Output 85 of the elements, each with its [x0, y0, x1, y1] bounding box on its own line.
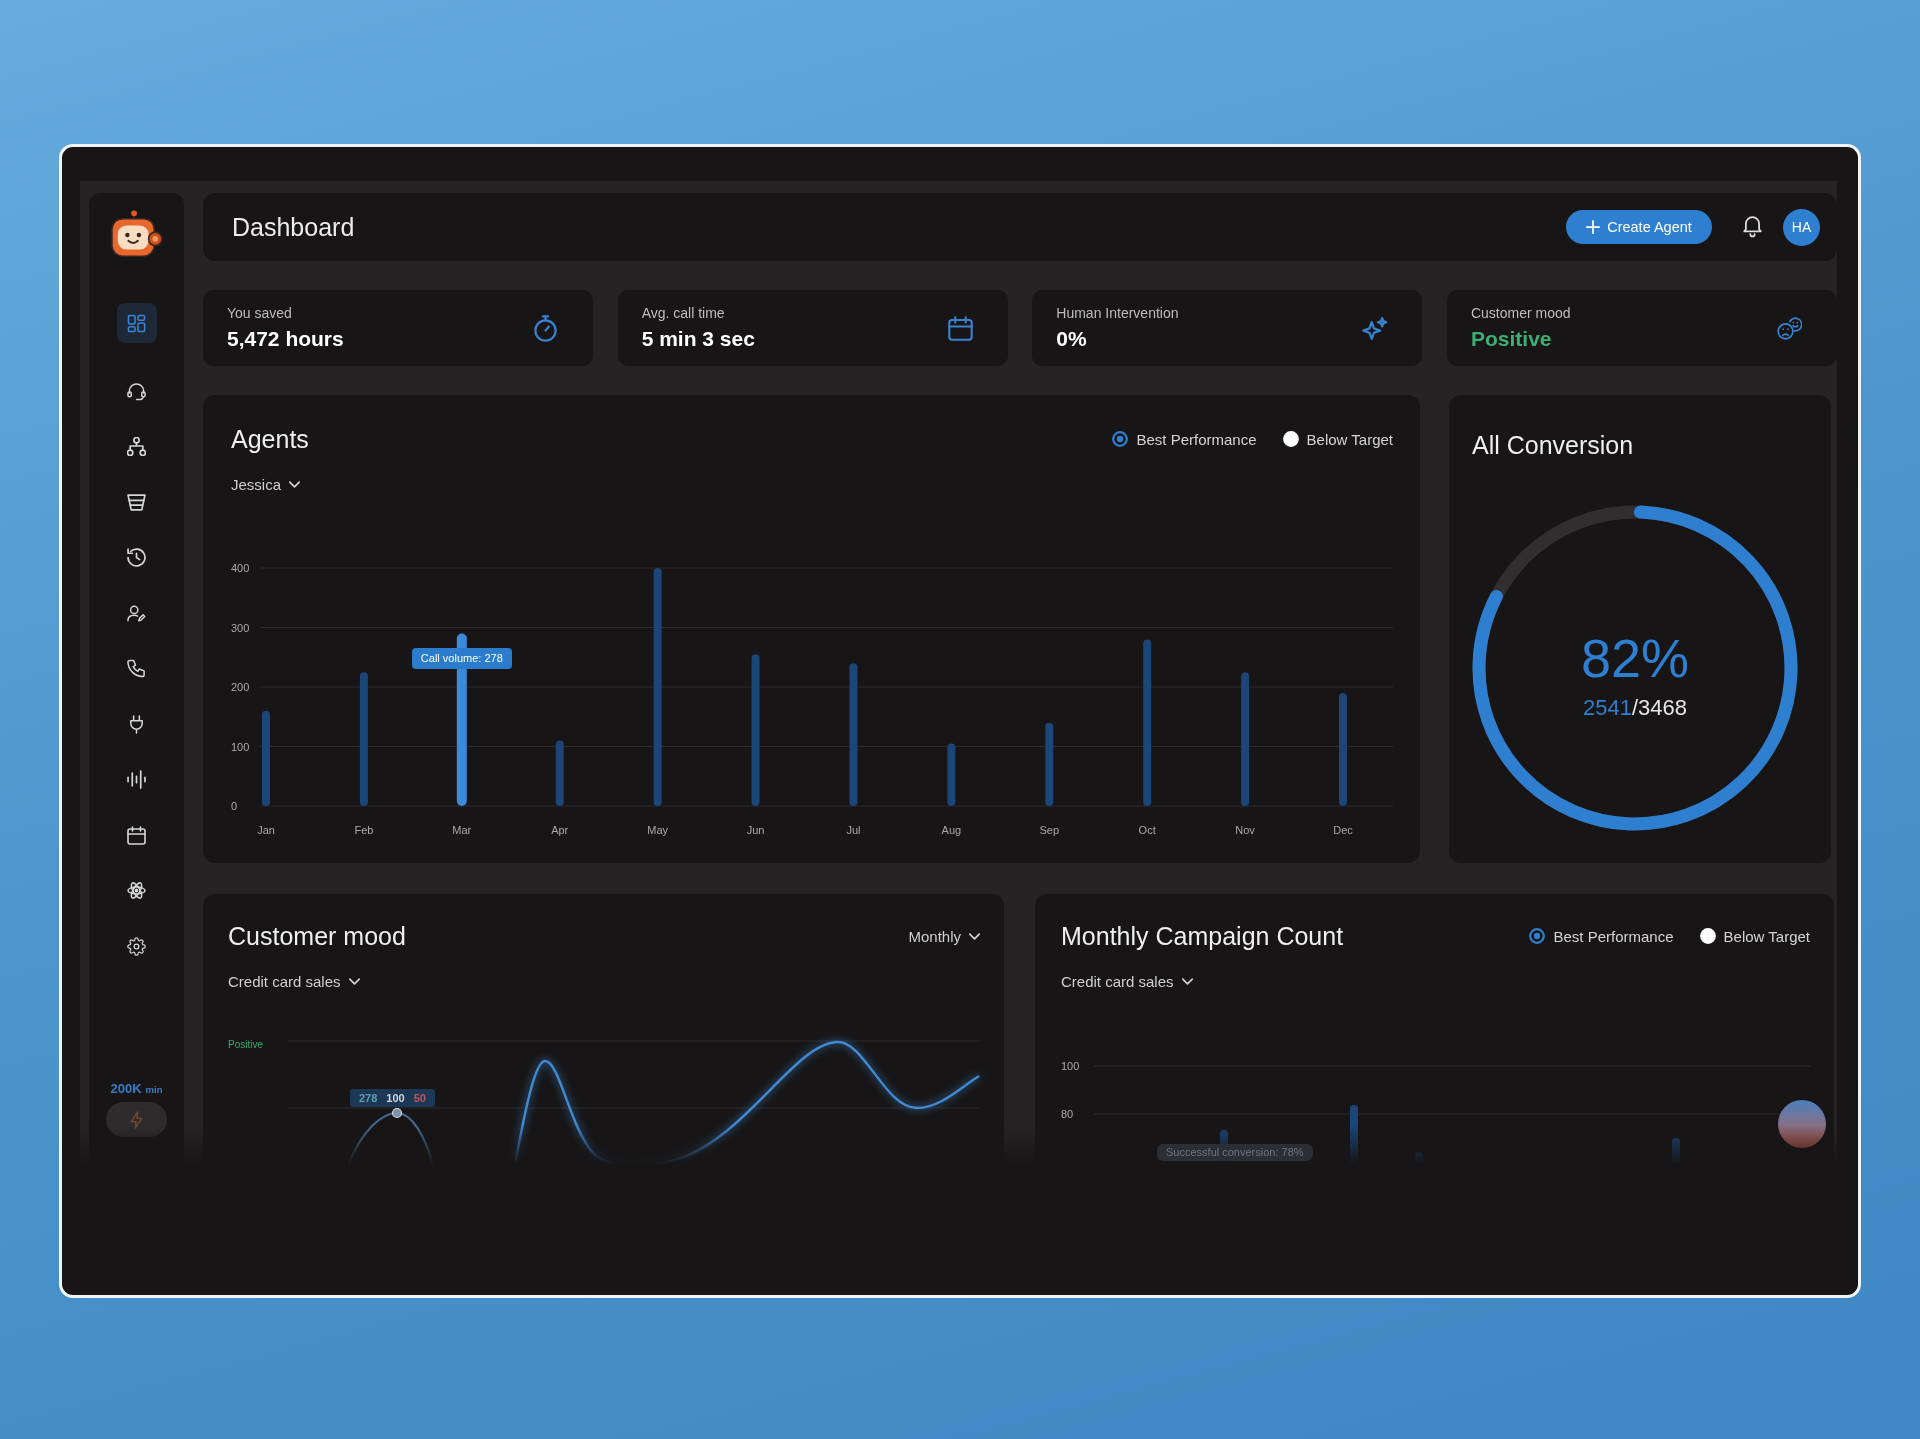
axis-label: Dec: [1333, 824, 1353, 836]
axis-label: 400: [231, 562, 250, 574]
usage-unit: min: [145, 1084, 163, 1095]
panel-title: Monthly Campaign Count: [1061, 921, 1344, 952]
axis-label: Nov: [1235, 824, 1255, 836]
axis-label: May: [647, 824, 669, 836]
axis-label: Oct: [1138, 824, 1156, 836]
network-icon: [127, 437, 146, 456]
history-icon: [127, 548, 146, 567]
axis-label: Sep: [1039, 824, 1060, 836]
panel-title: Customer mood: [228, 921, 406, 952]
chart-bar: [555, 740, 564, 806]
axis-label: Jun: [746, 824, 765, 836]
headset-icon: [127, 381, 146, 401]
stat-label: You saved: [227, 304, 293, 322]
tooltip-value: 100: [386, 1092, 405, 1104]
axis-label: Mar: [452, 824, 472, 836]
chart-bar: [1672, 1138, 1680, 1165]
calendar-icon: [127, 825, 146, 845]
dropdown-button[interactable]: Credit card sales: [1061, 971, 1193, 991]
panel-title: Agents: [231, 424, 309, 455]
chart-bar: [1350, 1105, 1358, 1165]
legend-option[interactable]: Below Target: [1699, 927, 1810, 945]
panel-title: All Conversion: [1472, 430, 1635, 461]
sparkles-icon: [1362, 314, 1388, 342]
axis-label: Positive: [228, 1039, 263, 1050]
usage-value: 200K: [110, 1081, 142, 1096]
tooltip-value: 50: [413, 1092, 426, 1104]
axis-label: 300: [231, 621, 250, 634]
axis-label: 0: [231, 800, 238, 812]
stat-value: 0%: [1056, 326, 1088, 352]
notifications-button[interactable]: [1743, 216, 1762, 238]
phone-icon: [127, 659, 146, 678]
stat-value: 5 min 3 sec: [641, 326, 755, 352]
chevron-down-icon: [1181, 977, 1193, 985]
chevron-down-icon: [969, 932, 980, 940]
stat-value: 5,472 hours: [227, 326, 344, 352]
chart-bar: [947, 743, 956, 806]
settings-icon: [127, 936, 146, 956]
axis-label: 100: [1061, 1060, 1080, 1072]
legend-option[interactable]: Best Performance: [1529, 927, 1674, 945]
legend-option[interactable]: Best Performance: [1112, 430, 1257, 448]
user-edit-icon: [127, 603, 146, 623]
grid-icon: [127, 313, 146, 333]
converted-count: 2541: [1583, 694, 1632, 722]
tooltip-value: 278: [359, 1092, 378, 1104]
total-count: /3468: [1631, 694, 1687, 722]
lightning-icon: [130, 1110, 143, 1129]
calendar-icon: [947, 314, 973, 342]
axis-label: Aug: [941, 824, 962, 836]
atom-icon: [127, 881, 146, 900]
point-marker: [391, 1107, 403, 1119]
plus-icon: [1586, 220, 1601, 234]
faces-icon: [1776, 314, 1802, 342]
axis-label: 100: [231, 740, 250, 753]
stat-label: Human Intervention: [1056, 304, 1179, 322]
legend-option[interactable]: Below Target: [1282, 430, 1393, 448]
dropdown-button[interactable]: Jessica: [231, 474, 301, 494]
robot-mascot-logo[interactable]: [109, 210, 164, 260]
chevron-down-icon: [289, 480, 301, 488]
percent-value: 82%: [1580, 628, 1690, 688]
axis-label: Jul: [846, 824, 861, 836]
axis-label: 80: [1061, 1108, 1074, 1120]
audio-wave-icon: [127, 770, 146, 789]
dropdown-button[interactable]: Monthly: [908, 926, 980, 946]
page-title: Dashboard: [232, 212, 355, 242]
floating-orb-button[interactable]: [1778, 1100, 1826, 1148]
stat-label: Avg. call time: [641, 304, 726, 322]
avatar-button[interactable]: HA: [1783, 208, 1820, 246]
axis-label: Feb: [354, 824, 374, 836]
axis-label: Jan: [257, 824, 275, 836]
axis-label: 200: [231, 681, 250, 693]
dropdown-button[interactable]: Credit card sales: [228, 971, 360, 991]
stat-value: Positive: [1470, 326, 1553, 352]
axis-label: Apr: [551, 824, 569, 836]
chevron-down-icon: [348, 977, 360, 985]
chart-tooltip: Call volume: 278: [411, 648, 512, 670]
stopwatch-icon: [533, 314, 558, 342]
chart-bar: [1415, 1152, 1423, 1165]
stat-label: Customer mood: [1470, 304, 1571, 322]
plug-icon: [127, 714, 146, 734]
funnel-icon: [127, 492, 146, 512]
bell-icon: [1743, 216, 1762, 238]
create-agent-button[interactable]: Create Agent: [1566, 210, 1712, 244]
chart-tooltip: Successful conversion: 78%: [1157, 1144, 1313, 1161]
